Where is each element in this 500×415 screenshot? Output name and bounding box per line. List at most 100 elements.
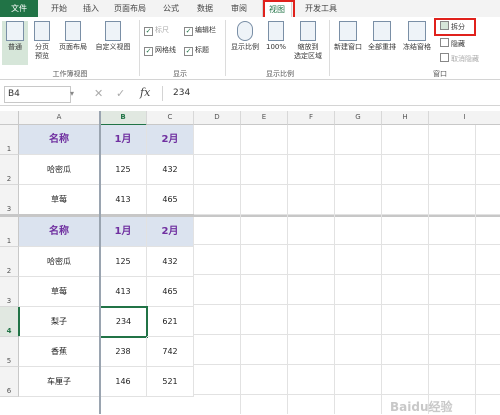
column-header-a[interactable]: A bbox=[19, 111, 100, 125]
name-box[interactable]: B4 bbox=[4, 86, 71, 103]
formula-input[interactable]: 234 bbox=[162, 86, 500, 101]
header-cell-jan[interactable]: 1月 bbox=[100, 125, 147, 155]
ribbon-separator bbox=[329, 20, 330, 76]
select-all-corner[interactable] bbox=[0, 111, 19, 125]
cell-feb[interactable]: 432 bbox=[147, 247, 194, 277]
gridlines-checkbox[interactable]: ✓ 网格线 bbox=[144, 45, 176, 56]
insert-function-icon[interactable]: fx bbox=[140, 86, 150, 99]
header-cell-name[interactable]: 名称 bbox=[19, 217, 100, 247]
freeze-panes-label: 冻结窗格 bbox=[403, 43, 431, 51]
tab-formulas[interactable]: 公式 bbox=[158, 0, 184, 17]
split-highlight bbox=[434, 18, 476, 36]
row-header[interactable]: 2 bbox=[0, 155, 19, 185]
cell-name[interactable]: 草莓 bbox=[19, 185, 100, 215]
cell-jan[interactable]: 146 bbox=[100, 367, 147, 397]
row-header[interactable]: 1 bbox=[0, 125, 19, 155]
tab-insert[interactable]: 插入 bbox=[78, 0, 104, 17]
zoom-100-label: 100% bbox=[265, 43, 286, 51]
cancel-icon[interactable]: ✕ bbox=[94, 87, 103, 100]
column-header-d[interactable]: D bbox=[194, 111, 241, 125]
cell-jan[interactable]: 125 bbox=[100, 247, 147, 277]
cell-name[interactable]: 哈密瓜 bbox=[19, 247, 100, 277]
ribbon-tab-bar: 文件 开始 插入 页面布局 公式 数据 审阅 视图 开发工具 bbox=[0, 0, 500, 18]
arrange-all-icon bbox=[373, 21, 391, 41]
page-layout-view-button[interactable]: 页面布局 bbox=[56, 21, 90, 52]
enter-icon[interactable]: ✓ bbox=[116, 87, 125, 100]
column-header-c[interactable]: C bbox=[147, 111, 194, 125]
tab-home[interactable]: 开始 bbox=[46, 0, 72, 17]
gridlines-label: 网格线 bbox=[155, 46, 176, 54]
header-cell-jan[interactable]: 1月 bbox=[100, 217, 147, 247]
cell-jan[interactable]: 125 bbox=[100, 155, 147, 185]
empty-grid-area[interactable] bbox=[194, 125, 500, 414]
vertical-split-bar[interactable] bbox=[99, 111, 101, 414]
zoom-100-icon bbox=[268, 21, 284, 41]
cell-name[interactable]: 香蕉 bbox=[19, 337, 100, 367]
new-window-label: 新建窗口 bbox=[334, 43, 362, 51]
tab-developer[interactable]: 开发工具 bbox=[300, 0, 342, 17]
gridlines-checkbox-box: ✓ bbox=[144, 47, 153, 56]
cell-name[interactable]: 梨子 bbox=[19, 307, 100, 337]
normal-view-icon bbox=[6, 21, 24, 41]
ribbon-separator bbox=[225, 20, 226, 76]
zoom-to-selection-button[interactable]: 缩放到 选定区域 bbox=[290, 21, 326, 61]
magnifier-icon bbox=[237, 21, 253, 41]
ribbon: 普通 分页 预览 页面布局 自定义视图 工作簿视图 ✓ 标尺 ✓ 编辑栏 ✓ 网格线 … bbox=[0, 17, 500, 80]
cell-feb[interactable]: 521 bbox=[147, 367, 194, 397]
ruler-checkbox[interactable]: ✓ 标尺 bbox=[144, 25, 169, 36]
formula-bar-checkbox-box: ✓ bbox=[184, 27, 193, 36]
cell-feb[interactable]: 742 bbox=[147, 337, 194, 367]
normal-view-label: 普通 bbox=[8, 43, 22, 51]
tab-page-layout[interactable]: 页面布局 bbox=[110, 0, 150, 17]
tab-data[interactable]: 数据 bbox=[192, 0, 218, 17]
cell-name[interactable]: 车厘子 bbox=[19, 367, 100, 397]
column-header-h[interactable]: H bbox=[382, 111, 429, 125]
tab-review[interactable]: 审阅 bbox=[226, 0, 252, 17]
hide-button[interactable]: 隐藏 bbox=[440, 38, 465, 48]
header-cell-name[interactable]: 名称 bbox=[19, 125, 100, 155]
arrange-all-button[interactable]: 全部重排 bbox=[366, 21, 398, 52]
freeze-panes-button[interactable]: 冻结窗格 bbox=[400, 21, 434, 52]
ribbon-separator bbox=[139, 20, 140, 76]
active-cell[interactable]: 234 bbox=[99, 306, 148, 338]
row-header[interactable]: 6 bbox=[0, 367, 19, 397]
custom-view-button[interactable]: 自定义视图 bbox=[92, 21, 134, 52]
row-header[interactable]: 3 bbox=[0, 277, 19, 307]
headings-checkbox[interactable]: ✓ 标题 bbox=[184, 45, 209, 56]
cell-feb[interactable]: 465 bbox=[147, 277, 194, 307]
column-header-f[interactable]: F bbox=[288, 111, 335, 125]
normal-view-button[interactable]: 普通 bbox=[2, 21, 28, 65]
cell-feb[interactable]: 465 bbox=[147, 185, 194, 215]
formula-bar-checkbox[interactable]: ✓ 编辑栏 bbox=[184, 25, 216, 36]
zoom-selection-label: 缩放到 选定区域 bbox=[294, 43, 322, 60]
cell-jan[interactable]: 238 bbox=[100, 337, 147, 367]
dropdown-icon[interactable]: ▾ bbox=[70, 89, 74, 98]
header-cell-feb[interactable]: 2月 bbox=[147, 217, 194, 247]
zoom-100-button[interactable]: 100% bbox=[264, 21, 288, 52]
cell-jan[interactable]: 413 bbox=[100, 185, 147, 215]
cell-name[interactable]: 哈密瓜 bbox=[19, 155, 100, 185]
cell-jan[interactable]: 413 bbox=[100, 277, 147, 307]
column-header-b[interactable]: B bbox=[100, 111, 147, 126]
cell-feb[interactable]: 432 bbox=[147, 155, 194, 185]
column-header-i[interactable]: I bbox=[429, 111, 500, 125]
column-header-e[interactable]: E bbox=[241, 111, 288, 125]
row-header[interactable]: 5 bbox=[0, 337, 19, 367]
row-header[interactable]: 3 bbox=[0, 185, 19, 215]
row-header[interactable]: 2 bbox=[0, 247, 19, 277]
unhide-button[interactable]: 取消隐藏 bbox=[440, 53, 479, 63]
column-header-g[interactable]: G bbox=[335, 111, 382, 125]
tab-file[interactable]: 文件 bbox=[0, 0, 38, 17]
cell-feb[interactable]: 621 bbox=[147, 307, 194, 337]
zoom-button[interactable]: 显示比例 bbox=[228, 21, 262, 52]
cell-name[interactable]: 草莓 bbox=[19, 277, 100, 307]
custom-view-icon bbox=[105, 21, 121, 41]
row-header[interactable]: 1 bbox=[0, 217, 19, 247]
header-cell-feb[interactable]: 2月 bbox=[147, 125, 194, 155]
page-break-preview-button[interactable]: 分页 预览 bbox=[30, 21, 54, 61]
group-label-window: 窗口 bbox=[433, 70, 447, 78]
row-header-selected[interactable]: 4 bbox=[0, 307, 20, 337]
new-window-button[interactable]: 新建窗口 bbox=[332, 21, 364, 52]
watermark: Baidu经验 bbox=[390, 400, 453, 414]
hide-icon bbox=[440, 38, 449, 47]
